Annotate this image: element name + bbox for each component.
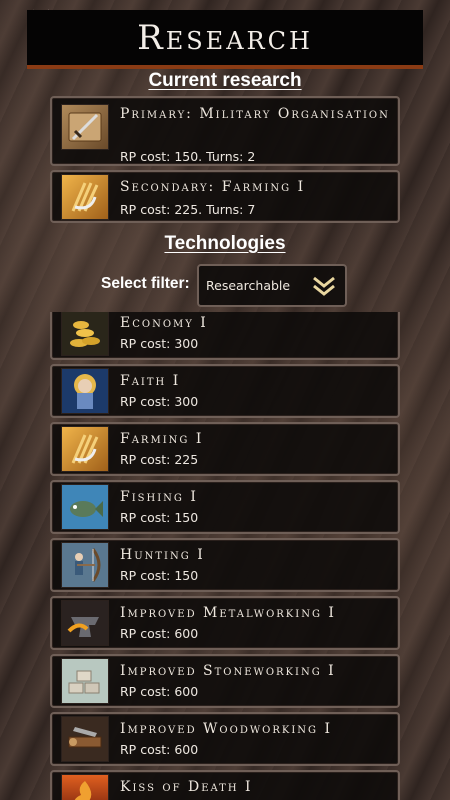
tech-cost: RP cost: 150 — [120, 510, 199, 525]
technologies-heading: Technologies — [164, 233, 286, 254]
anvil-icon — [61, 600, 109, 646]
tech-cost: RP cost: 225 — [120, 452, 199, 467]
tech-cost: RP cost: 300 — [120, 394, 199, 409]
stone-blocks-icon — [61, 658, 109, 704]
tech-cost: RP cost: 600 — [120, 626, 199, 641]
tech-item-hunting[interactable]: Hunting I RP cost: 150 — [50, 538, 400, 592]
tech-name: Hunting I — [120, 547, 205, 563]
research-cost: RP cost: 225. Turns: 7 — [120, 202, 256, 217]
wheat-sickle-icon — [61, 426, 109, 472]
tech-name: Improved Woodworking I — [120, 721, 332, 737]
tech-item-farming[interactable]: Farming I RP cost: 225 — [50, 422, 400, 476]
title-bar: Research — [27, 10, 423, 69]
technologies-list[interactable]: Economy I RP cost: 300 Faith I RP cost: … — [0, 312, 450, 800]
tech-item-metalworking[interactable]: Improved Metalworking I RP cost: 600 — [50, 596, 400, 650]
tech-item-stoneworking[interactable]: Improved Stoneworking I RP cost: 600 — [50, 654, 400, 708]
tech-cost: RP cost: 300 — [120, 336, 199, 351]
tech-item-faith[interactable]: Faith I RP cost: 300 — [50, 364, 400, 418]
tech-item-woodworking[interactable]: Improved Woodworking I RP cost: 600 — [50, 712, 400, 766]
archer-icon — [61, 542, 109, 588]
tech-item-economy[interactable]: Economy I RP cost: 300 — [50, 312, 400, 360]
tech-name: Fishing I — [120, 489, 198, 505]
filter-dropdown[interactable]: Researchable — [197, 264, 347, 307]
research-cost: RP cost: 150. Turns: 2 — [120, 149, 256, 164]
saint-icon — [61, 368, 109, 414]
current-research-heading: Current research — [148, 70, 302, 91]
gold-coins-icon — [61, 312, 109, 356]
wood-saw-icon — [61, 716, 109, 762]
flame-icon — [61, 774, 109, 800]
tech-name: Farming I — [120, 431, 204, 447]
research-name: Secondary: Farming I — [120, 179, 306, 195]
tech-cost: RP cost: 150 — [120, 568, 199, 583]
sword-scroll-icon — [61, 104, 109, 150]
tech-name: Faith I — [120, 373, 181, 389]
research-name: Primary: Military Organisation — [120, 106, 390, 122]
tech-cost: RP cost: 600 — [120, 742, 199, 757]
tech-cost: RP cost: 600 — [120, 684, 199, 699]
tech-name: Economy I — [120, 315, 208, 331]
page-title: Research — [137, 17, 313, 58]
chevron-down-icon — [313, 276, 335, 296]
tech-name: Kiss of Death I — [120, 779, 253, 795]
fish-icon — [61, 484, 109, 530]
tech-item-fishing[interactable]: Fishing I RP cost: 150 — [50, 480, 400, 534]
tech-name: Improved Stoneworking I — [120, 663, 336, 679]
tech-item-kiss-of-death[interactable]: Kiss of Death I — [50, 770, 400, 800]
current-research-secondary[interactable]: Secondary: Farming I RP cost: 225. Turns… — [50, 170, 400, 223]
filter-value: Researchable — [206, 278, 291, 293]
filter-label: Select filter: — [101, 275, 190, 292]
wheat-sickle-icon — [61, 174, 109, 220]
current-research-primary[interactable]: Primary: Military Organisation RP cost: … — [50, 96, 400, 166]
tech-name: Improved Metalworking I — [120, 605, 336, 621]
